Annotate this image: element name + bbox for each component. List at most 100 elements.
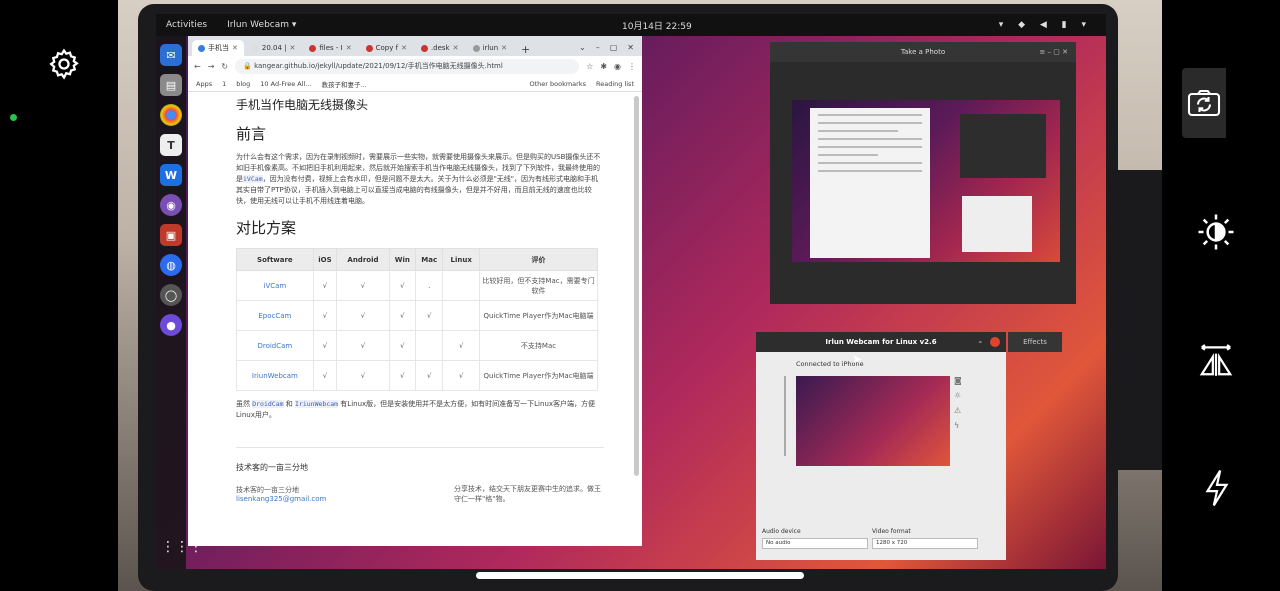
- minimize-icon[interactable]: –: [596, 43, 600, 52]
- bookmark-apps[interactable]: Apps: [196, 80, 212, 88]
- table-cell: √: [388, 300, 416, 331]
- table-cell: √: [442, 360, 480, 391]
- avatar[interactable]: ◉: [614, 62, 621, 71]
- thunderbird-icon[interactable]: ✉: [160, 44, 182, 66]
- close-icon[interactable]: ✕: [290, 44, 296, 52]
- signal-icon[interactable]: ◍: [160, 254, 182, 276]
- scrollbar[interactable]: [634, 96, 639, 476]
- bookmark-adfree[interactable]: 10 Ad-Free All...: [260, 80, 311, 88]
- forward-icon[interactable]: →: [208, 62, 215, 71]
- bookmark-blog[interactable]: blog: [236, 80, 250, 88]
- photo-window-titlebar: Take a Photo ≡ – ▢ ✕: [770, 42, 1076, 62]
- footer-right: 分享技术，结交天下朋友更赛中生的追求。做王守仁一样"格"物。: [454, 485, 601, 503]
- zoom-slider[interactable]: [784, 376, 786, 456]
- table-cell: [442, 270, 480, 301]
- clock[interactable]: 10月14日 22:59: [622, 19, 692, 32]
- effects-button[interactable]: Effects: [1008, 332, 1062, 352]
- browser-tab[interactable]: Copy f ✕: [360, 40, 413, 56]
- preview-line: [818, 122, 922, 124]
- software-link[interactable]: iVCam: [236, 270, 314, 301]
- preview-line: [818, 154, 878, 156]
- audio-device-label: Audio device: [762, 528, 801, 535]
- minimize-button[interactable]: –: [979, 338, 983, 346]
- camera-icon[interactable]: ◙: [954, 376, 962, 385]
- maximize-icon[interactable]: ▢: [610, 43, 618, 52]
- column-header: Mac: [414, 248, 444, 271]
- close-button[interactable]: [990, 337, 1000, 347]
- brightness-icon[interactable]: ☼: [954, 391, 962, 400]
- gear-icon[interactable]: [46, 46, 82, 82]
- column-header: 评价: [479, 248, 598, 271]
- browser-tab[interactable]: files - I ✕: [303, 40, 357, 56]
- tab-favicon-icon: [420, 44, 428, 52]
- video-format-select[interactable]: 1280 x 720: [872, 538, 978, 549]
- typora-icon[interactable]: T: [160, 134, 182, 156]
- note-text: 虽然: [236, 400, 250, 408]
- tab-favicon-icon: [309, 44, 317, 52]
- browser-tab[interactable]: .desk ✕: [415, 40, 465, 56]
- photo-scene: Activities Irlun Webcam ▾ 10月14日 22:59 ▾…: [118, 0, 1165, 591]
- wps-icon[interactable]: W: [160, 164, 182, 186]
- close-icon[interactable]: ✕: [232, 44, 238, 52]
- warning-icon[interactable]: ⚠: [954, 406, 962, 415]
- flash-icon[interactable]: ϟ: [954, 421, 962, 430]
- screenshot-app-icon[interactable]: ▣: [160, 224, 182, 246]
- footer-email-link[interactable]: lisenkang325@gmail.com: [236, 495, 326, 503]
- app-menu[interactable]: Irlun Webcam ▾: [227, 20, 296, 30]
- browser-tab[interactable]: 20.04 | ✕: [246, 40, 302, 56]
- extensions-icon[interactable]: ✱: [600, 62, 607, 71]
- star-icon[interactable]: ☆: [586, 62, 593, 71]
- brightness-icon[interactable]: [1196, 212, 1236, 252]
- bookmark-1[interactable]: 1: [222, 80, 226, 88]
- audio-device-select[interactable]: No audio: [762, 538, 868, 549]
- table-cell: √: [312, 300, 338, 331]
- system-tray[interactable]: ▾ ◆ ◀ ▮ ▾: [999, 20, 1092, 30]
- close-icon[interactable]: ✕: [501, 44, 507, 52]
- software-link[interactable]: DroidCam: [236, 330, 314, 361]
- obs-icon[interactable]: ●: [160, 314, 182, 336]
- activities-button[interactable]: Activities: [166, 20, 207, 30]
- ubuntu-top-bar: Activities Irlun Webcam ▾ 10月14日 22:59 ▾…: [156, 14, 1106, 36]
- other-bookmarks[interactable]: Other bookmarks: [529, 80, 586, 88]
- comparison-table: Software iOS Android Win Mac Linux 评价 iV…: [236, 248, 598, 391]
- table-cell: 不支持Mac: [479, 330, 598, 361]
- files-icon[interactable]: ▤: [160, 74, 182, 96]
- chrome-icon[interactable]: [160, 104, 182, 126]
- mirror-flip-icon[interactable]: [1196, 340, 1236, 380]
- table-row: EpocCam √ √ √ √ QuickTime Player作为Mac电脑端: [236, 300, 598, 331]
- photo-window-controls[interactable]: ≡ – ▢ ✕: [1039, 48, 1068, 56]
- tab-label: .desk: [430, 44, 450, 52]
- preview-line: [818, 170, 922, 172]
- camera-rotate-icon[interactable]: [1182, 68, 1226, 138]
- browser-tab[interactable]: irlun ✕: [467, 40, 514, 56]
- new-tab-button[interactable]: +: [515, 43, 536, 56]
- take-photo-window: Take a Photo ≡ – ▢ ✕: [770, 42, 1076, 304]
- table-cell: QuickTime Player作为Mac电脑端: [479, 360, 598, 391]
- reload-icon[interactable]: ↻: [221, 62, 228, 71]
- tab-favicon-icon: [365, 44, 373, 52]
- menu-icon[interactable]: ⋮: [628, 62, 636, 71]
- software-link[interactable]: EpocCam: [236, 300, 314, 331]
- ubuntu-dock: ✉ ▤ T W ◉ ▣ ◍ ◯ ● ⋮⋮⋮: [156, 36, 203, 569]
- home-indicator[interactable]: [476, 572, 804, 579]
- reading-list[interactable]: Reading list: [596, 80, 634, 88]
- close-icon[interactable]: ✕: [453, 44, 459, 52]
- bookmark-kids[interactable]: 教孩子和妻子...: [322, 79, 367, 89]
- software-link[interactable]: IriunWebcam: [236, 360, 314, 391]
- show-apps-icon[interactable]: ⋮⋮⋮: [161, 539, 203, 559]
- browser-tab[interactable]: 手机当 ✕: [192, 40, 244, 56]
- address-bar[interactable]: 🔒 kangear.github.io/jekyll/update/2021/0…: [235, 58, 580, 74]
- preview-line: [818, 146, 922, 148]
- flash-icon[interactable]: [1200, 468, 1234, 508]
- github-icon[interactable]: ◉: [160, 194, 182, 216]
- tab-favicon-icon: [472, 44, 480, 52]
- close-icon[interactable]: ✕: [627, 43, 634, 52]
- table-cell: √: [388, 270, 416, 301]
- close-icon[interactable]: ✕: [401, 44, 407, 52]
- preview-document: [810, 108, 930, 258]
- webcam-app-icon[interactable]: ◯: [160, 284, 182, 306]
- back-icon[interactable]: ←: [194, 62, 201, 71]
- window-controls: ⌄ – ▢ ✕: [571, 43, 642, 56]
- close-icon[interactable]: ✕: [346, 44, 352, 52]
- chevron-down-icon[interactable]: ⌄: [579, 43, 586, 52]
